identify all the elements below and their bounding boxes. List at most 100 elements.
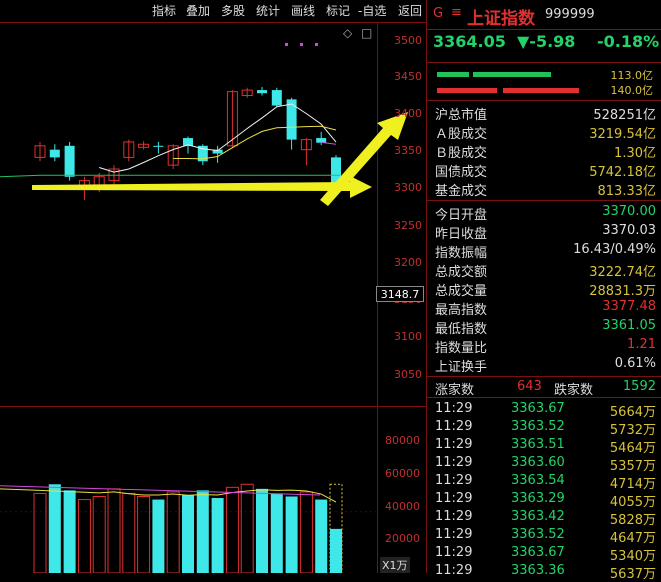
stat-row: Ａ股成交 3219.54亿 [427,122,661,142]
candle-body-down [153,145,164,147]
quote-panel: G ≡ 上证指数 999999 3364.05 ▼-5.98 -0.18% 11… [426,0,661,582]
stat-label: 基金成交 [435,184,488,199]
volume-tick-label: 40000 [385,500,420,513]
volume-bar-up [122,492,136,573]
volume-bar-down [270,493,283,573]
tick-time: 11:29 [435,491,473,506]
tick-row: 11:29 3363.29 4055万 [427,491,661,510]
stat-value: 3222.74亿 [589,265,656,280]
candle-body-down [64,145,75,177]
stat-value: 28831.3万 [589,284,656,299]
stat-label: 昨日收盘 [435,227,488,242]
close-icon: □ [361,26,372,40]
menu-icon[interactable]: ≡ [451,5,462,20]
volume-bar-down [285,496,298,573]
moving-average-line [0,174,340,178]
volume-bar-down [330,528,342,573]
tick-row: 11:29 3363.67 5340万 [427,545,661,564]
tick-time: 11:29 [435,473,473,488]
stat-label: 沪总市值 [435,108,488,123]
tick-price: 3363.67 [511,401,565,416]
outflow-bar-segment [503,88,579,93]
decline-count: 1592 [622,379,656,394]
candle-body-down [49,149,60,158]
stat-row: 最高指数 3377.48 [427,298,661,318]
advance-count: 643 [517,379,542,394]
tick-time: 11:29 [435,401,473,416]
volume-bar-up [225,486,239,573]
volume-bar-down [211,498,224,573]
price-tick-label: 3100 [394,330,422,343]
stat-value: 0.61% [614,356,656,371]
tick-price: 3363.52 [511,527,565,542]
current-price-tag: 3148.7 [376,286,424,302]
tick-time: 11:29 [435,419,473,434]
stat-value: 528251亿 [593,108,656,123]
stat-label: 最高指数 [435,303,488,318]
price-tick-label: 3400 [394,107,422,120]
volume-tick-label: 60000 [385,467,420,480]
candle-body-down [316,138,327,143]
divider [427,200,661,201]
stat-row: 总成交额 3222.74亿 [427,260,661,280]
divider [427,376,661,377]
volume-bar-down [48,484,61,573]
tick-row: 11:29 3363.42 5828万 [427,509,661,528]
stat-row: 上证换手 0.61% [427,355,661,375]
stat-row: 指数振幅 16.43/0.49% [427,241,661,261]
tick-row: 11:29 3363.36 5637万 [427,563,661,582]
stat-value: 1.30亿 [614,146,656,161]
stat-row: 昨日收盘 3370.03 [427,222,661,242]
divider [427,62,661,63]
price-tick-label: 3050 [394,368,422,381]
tick-price: 3363.52 [511,419,565,434]
stat-label: 今日开盘 [435,208,488,223]
stat-label: Ｂ股成交 [435,146,488,161]
tick-row: 11:29 3363.54 4714万 [427,473,661,492]
marker-dot [285,43,288,46]
volume-bar-up [77,499,91,573]
stock-code: 999999 [545,7,595,22]
stat-label: 上证换手 [435,360,488,375]
tick-row: 11:29 3363.52 5732万 [427,419,661,438]
current-price: 3364.05 [433,32,506,51]
tick-row: 11:29 3363.60 5357万 [427,455,661,474]
stock-name: 上证指数 [467,9,535,29]
stat-value: 1.21 [627,337,656,352]
marker-dot [300,43,303,46]
tick-price: 3363.54 [511,473,565,488]
stat-label: 指数振幅 [435,246,488,261]
diamond-icon: ◇ [343,26,353,40]
candle-body-down [271,90,282,106]
candlestick-chart: ◇ □ [0,26,408,573]
stat-label: 总成交量 [435,284,488,299]
stat-value: 16.43/0.49% [573,242,656,257]
tick-price: 3363.29 [511,491,565,506]
tick-row: 11:29 3363.67 5664万 [427,401,661,420]
price-change-pct: -0.18% [597,32,660,51]
g-label[interactable]: G [433,6,443,21]
volume-bar-up [299,491,313,573]
stat-label: 指数量比 [435,341,488,356]
tick-time: 11:29 [435,563,473,578]
tick-volume: 4647万 [609,531,656,546]
divider [427,397,661,398]
stat-label: 国债成交 [435,165,488,180]
tick-price: 3363.67 [511,545,565,560]
stat-value: 813.33亿 [597,184,657,199]
tick-row: 11:29 3363.51 5464万 [427,437,661,456]
stat-row: 最低指数 3361.05 [427,317,661,337]
tick-time: 11:29 [435,509,473,524]
tick-volume: 5464万 [609,441,656,456]
tick-price: 3363.36 [511,563,565,578]
marker-dot [315,43,318,46]
price-tick-label: 3350 [394,144,422,157]
price-tick-label: 3200 [394,256,422,269]
tick-price: 3363.42 [511,509,565,524]
chart-area[interactable]: 指标 叠加 多股 统计 画线 标记 -自选 返回 ◇ □ 3500 3450 34… [0,0,426,573]
tick-volume: 5828万 [609,513,656,528]
inflow-bar-segment [473,72,551,77]
volume-bar-down [182,494,194,573]
volume-bar-down [63,490,76,573]
stat-value: 3370.03 [602,223,656,238]
